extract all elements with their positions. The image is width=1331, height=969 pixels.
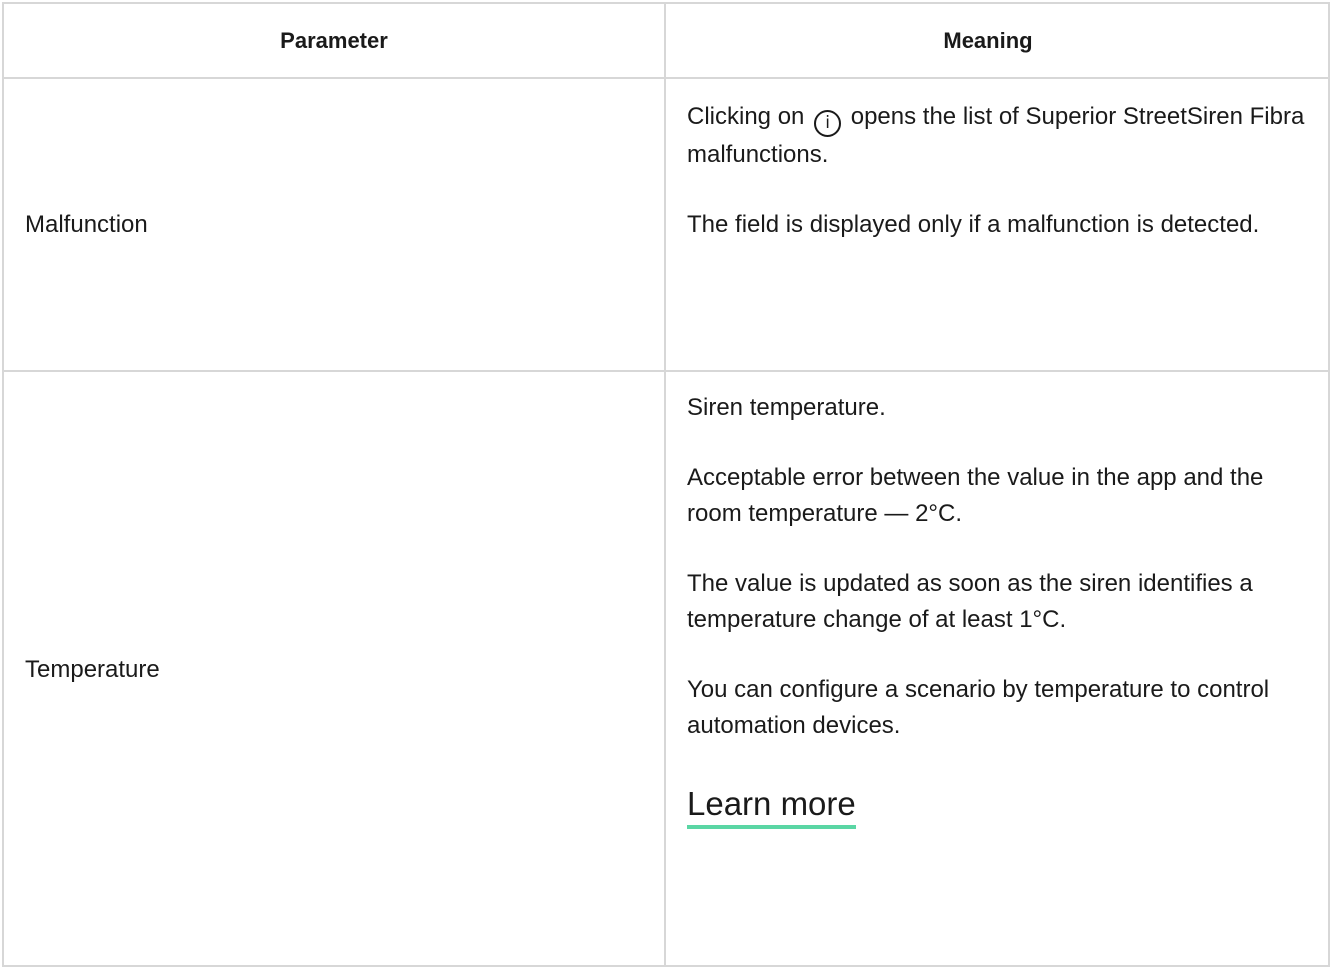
meaning-text: Clicking on (687, 103, 812, 130)
table-header-row: Parameter Meaning (4, 4, 1328, 79)
info-circle-icon: i (814, 110, 842, 137)
meaning-malfunction: Clicking on i opens the list of Superior… (666, 79, 1328, 370)
meaning-paragraph: Clicking on i opens the list of Superior… (687, 99, 1310, 173)
table-row: Temperature Siren temperature. Acceptabl… (4, 372, 1328, 967)
parameter-malfunction: Malfunction (4, 79, 666, 370)
header-meaning: Meaning (943, 27, 1033, 53)
header-parameter: Parameter (4, 4, 666, 77)
meaning-paragraph: The field is displayed only if a malfunc… (687, 211, 1260, 238)
learn-more-link[interactable]: Learn more (687, 784, 856, 829)
parameter-temperature: Temperature (4, 372, 666, 967)
meaning-paragraph: Siren temperature. (687, 394, 886, 421)
table-row: Malfunction Clicking on i opens the list… (4, 79, 1328, 372)
meaning-temperature: Siren temperature. Acceptable error betw… (666, 372, 1328, 967)
meaning-paragraph: Acceptable error between the value in th… (687, 464, 1264, 527)
meaning-paragraph: You can configure a scenario by temperat… (687, 676, 1270, 739)
meaning-paragraph: The value is updated as soon as the sire… (687, 570, 1253, 633)
parameters-table: Parameter Meaning Malfunction Clicking o… (2, 2, 1330, 967)
